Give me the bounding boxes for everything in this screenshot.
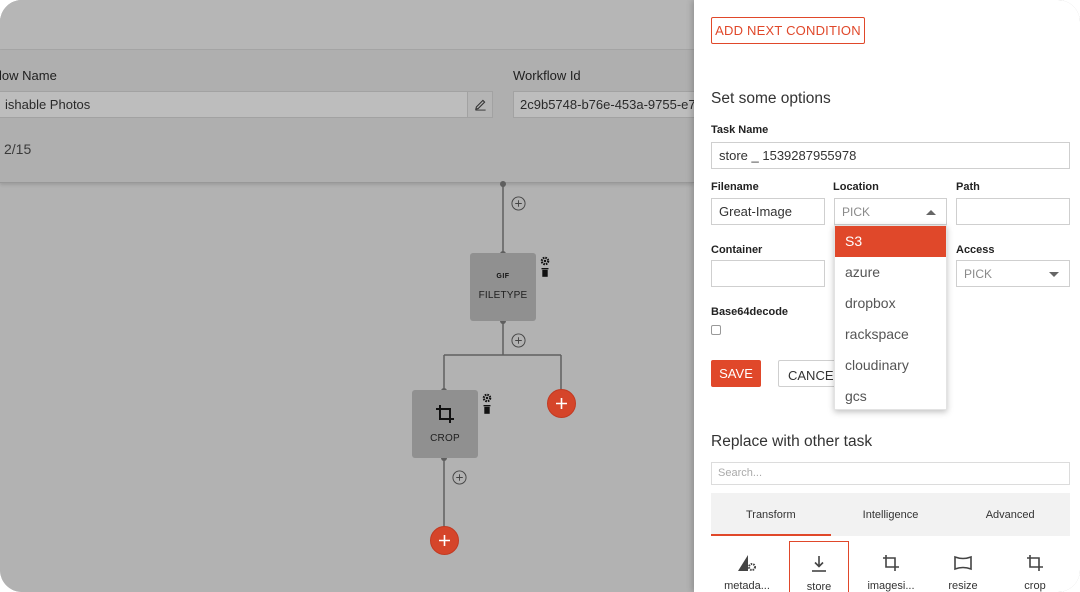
plus-icon — [556, 398, 567, 409]
download-icon — [812, 556, 826, 572]
trash-icon[interactable] — [483, 404, 491, 414]
options-title: Set some options — [711, 90, 831, 107]
task-metadata[interactable]: metada... — [717, 541, 777, 592]
task-resize[interactable]: resize — [933, 541, 993, 592]
imagesize-icon — [883, 555, 899, 571]
task-tabs: Transform Intelligence Advanced — [711, 493, 1070, 536]
container-label: Container — [711, 244, 763, 256]
node-label: CROP — [430, 433, 460, 444]
add-step-button[interactable] — [430, 526, 459, 555]
location-option-dropbox[interactable]: dropbox — [835, 288, 946, 319]
cancel-button[interactable]: CANCEL — [778, 360, 838, 387]
location-label: Location — [833, 181, 879, 193]
base64-label: Base64decode — [711, 306, 789, 318]
task-search-input[interactable]: Search... — [711, 462, 1070, 485]
location-option-s3[interactable]: S3 — [835, 226, 946, 257]
task-label: resize — [948, 580, 978, 592]
gif-file-icon: GIF — [496, 273, 510, 280]
metadata-icon — [738, 555, 756, 571]
tab-intelligence[interactable]: Intelligence — [831, 493, 951, 536]
app-frame: low Name ishable Photos Workflow Id 2c9b… — [0, 0, 1080, 592]
node-tools — [482, 393, 492, 414]
base64-checkbox[interactable] — [711, 325, 721, 335]
insert-step-icon[interactable] — [511, 333, 526, 348]
gear-icon[interactable] — [540, 256, 550, 266]
add-step-button[interactable] — [547, 389, 576, 418]
filetype-node[interactable]: GIF FILETYPE — [470, 253, 536, 321]
filename-label: Filename — [711, 181, 759, 193]
trash-icon[interactable] — [541, 267, 549, 277]
location-option-cloudinary[interactable]: cloudinary — [835, 350, 946, 381]
location-option-azure[interactable]: azure — [835, 257, 946, 288]
connector-dot — [500, 181, 506, 187]
container-input[interactable] — [711, 260, 825, 287]
workflow-canvas: low Name ishable Photos Workflow Id 2c9b… — [0, 0, 694, 592]
gear-icon[interactable] — [482, 393, 492, 403]
plus-icon — [439, 535, 450, 546]
crop-icon — [1027, 555, 1043, 571]
access-select-value: PICK — [964, 267, 993, 281]
task-name-input[interactable]: store _ 1539287955978 — [711, 142, 1070, 169]
node-label: FILETYPE — [478, 290, 528, 301]
location-select[interactable]: PICK — [834, 198, 947, 225]
access-select[interactable]: PICK — [956, 260, 1070, 287]
path-input[interactable] — [956, 198, 1070, 225]
task-label: store — [806, 581, 832, 592]
location-option-rackspace[interactable]: rackspace — [835, 319, 946, 350]
caret-down-icon — [1049, 272, 1059, 277]
insert-step-icon[interactable] — [452, 470, 467, 485]
tab-transform[interactable]: Transform — [711, 493, 831, 536]
crop-node[interactable]: CROP — [412, 390, 478, 458]
add-next-condition-button[interactable]: ADD NEXT CONDITION — [711, 17, 865, 44]
path-label: Path — [956, 181, 980, 193]
caret-up-icon — [926, 210, 936, 215]
resize-icon — [954, 555, 972, 571]
tab-advanced[interactable]: Advanced — [950, 493, 1070, 536]
location-select-value: PICK — [842, 205, 871, 219]
task-name-label: Task Name — [711, 124, 769, 136]
task-store[interactable]: store — [789, 541, 849, 592]
crop-icon — [436, 405, 454, 423]
task-imagesize[interactable]: imagesi... — [861, 541, 921, 592]
task-crop[interactable]: crop — [1005, 541, 1065, 592]
task-label: metada... — [724, 580, 770, 592]
location-option-gcs[interactable]: gcs — [835, 381, 946, 412]
location-dropdown: S3 azure dropbox rackspace cloudinary gc… — [834, 225, 947, 410]
task-label: imagesi... — [867, 580, 915, 592]
access-label: Access — [956, 244, 995, 256]
task-label: crop — [1024, 580, 1046, 592]
task-settings-panel: ADD NEXT CONDITION Set some options Task… — [694, 0, 1080, 592]
node-tools — [540, 256, 550, 277]
filename-input[interactable]: Great-Image — [711, 198, 825, 225]
replace-title: Replace with other task — [711, 433, 873, 450]
workflow-connectors — [443, 184, 562, 528]
insert-step-icon[interactable] — [511, 196, 526, 211]
save-button[interactable]: SAVE — [711, 360, 761, 387]
